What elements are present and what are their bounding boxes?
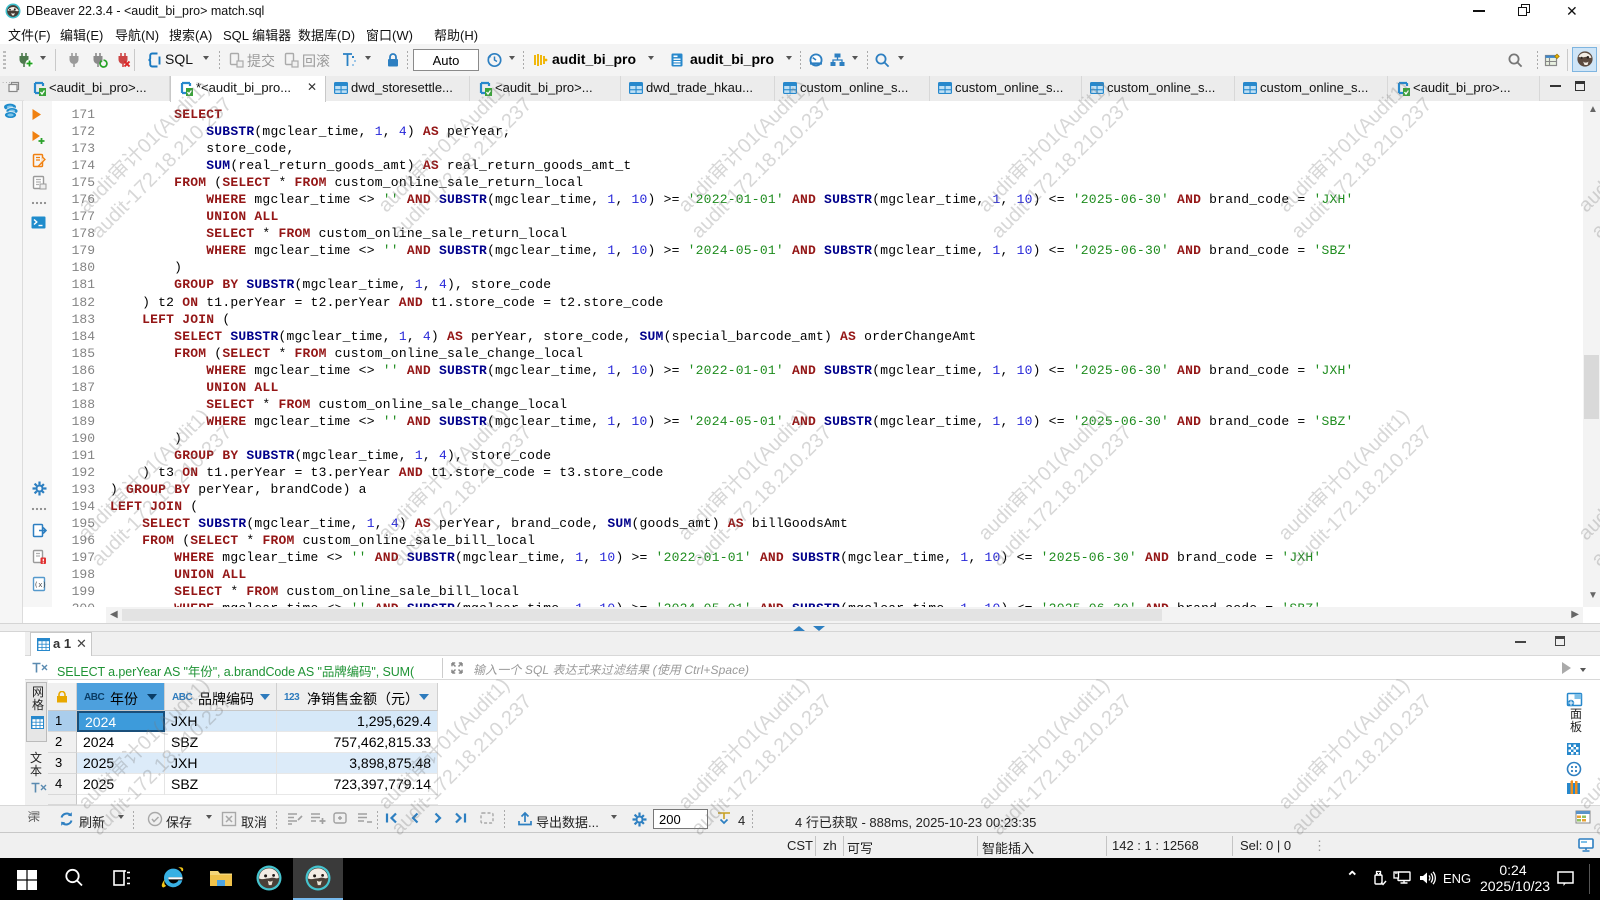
svg-text:(x): (x)	[34, 581, 47, 589]
